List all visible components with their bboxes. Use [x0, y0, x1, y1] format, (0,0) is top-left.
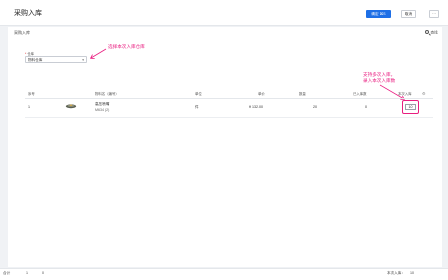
footer-total-value: 1	[26, 271, 28, 275]
page-title: 采购入库	[14, 10, 42, 17]
row-qty: 20	[313, 105, 317, 109]
col-received: 已入库数	[353, 92, 367, 96]
col-unit: 单位	[195, 92, 202, 96]
confirm-button[interactable]: 确定 ⌘S	[366, 10, 391, 18]
col-material: 物料名（编号）	[95, 92, 119, 96]
footer-bar	[0, 268, 448, 280]
cancel-button[interactable]: 取消	[401, 10, 416, 18]
col-index: 序号	[28, 92, 35, 96]
footer-total-label: 合计	[3, 271, 11, 275]
row-material-code: M634 (2)	[95, 108, 110, 112]
annotation-line-2: 录入本次入库数	[363, 78, 396, 83]
product-thumbnail	[65, 104, 77, 109]
row-received: 0	[365, 105, 367, 109]
row-unit: 件	[195, 105, 199, 109]
col-this-time: 本次入库	[398, 92, 412, 96]
warehouse-select-value: 物料仓库	[28, 58, 43, 62]
section-title: 采购入库	[14, 30, 30, 35]
content-panel	[8, 27, 442, 267]
col-price: 单价	[258, 92, 265, 96]
col-qty: 数量	[299, 92, 306, 96]
annotation-select-warehouse: 选择本次入库仓库	[108, 44, 145, 49]
chevron-down-icon: ▾	[82, 58, 84, 62]
table-row-divider	[25, 117, 433, 118]
row-material-name: 高压喷嘴	[95, 102, 110, 106]
annotation-multiple-stock-in: 支持多次入库， 录入本次入库数	[363, 72, 395, 84]
search-label: 查找	[430, 30, 438, 35]
more-button[interactable]: ···	[429, 10, 439, 18]
warehouse-select[interactable]: 物料仓库 ▾	[25, 56, 87, 63]
footer-this-time-label: 本次入库：	[387, 271, 405, 275]
table-header-divider	[25, 98, 433, 99]
column-settings-icon[interactable]: ⚙	[422, 91, 426, 96]
search-icon	[425, 30, 429, 34]
row-price: ¥ 132.00	[249, 105, 263, 109]
this-time-qty-input[interactable]: 10	[405, 104, 416, 110]
search-link[interactable]: 查找	[425, 30, 438, 36]
footer-this-time-value: 10	[410, 271, 414, 275]
row-index: 1	[28, 105, 30, 109]
footer-zero-value: 0	[42, 271, 44, 275]
